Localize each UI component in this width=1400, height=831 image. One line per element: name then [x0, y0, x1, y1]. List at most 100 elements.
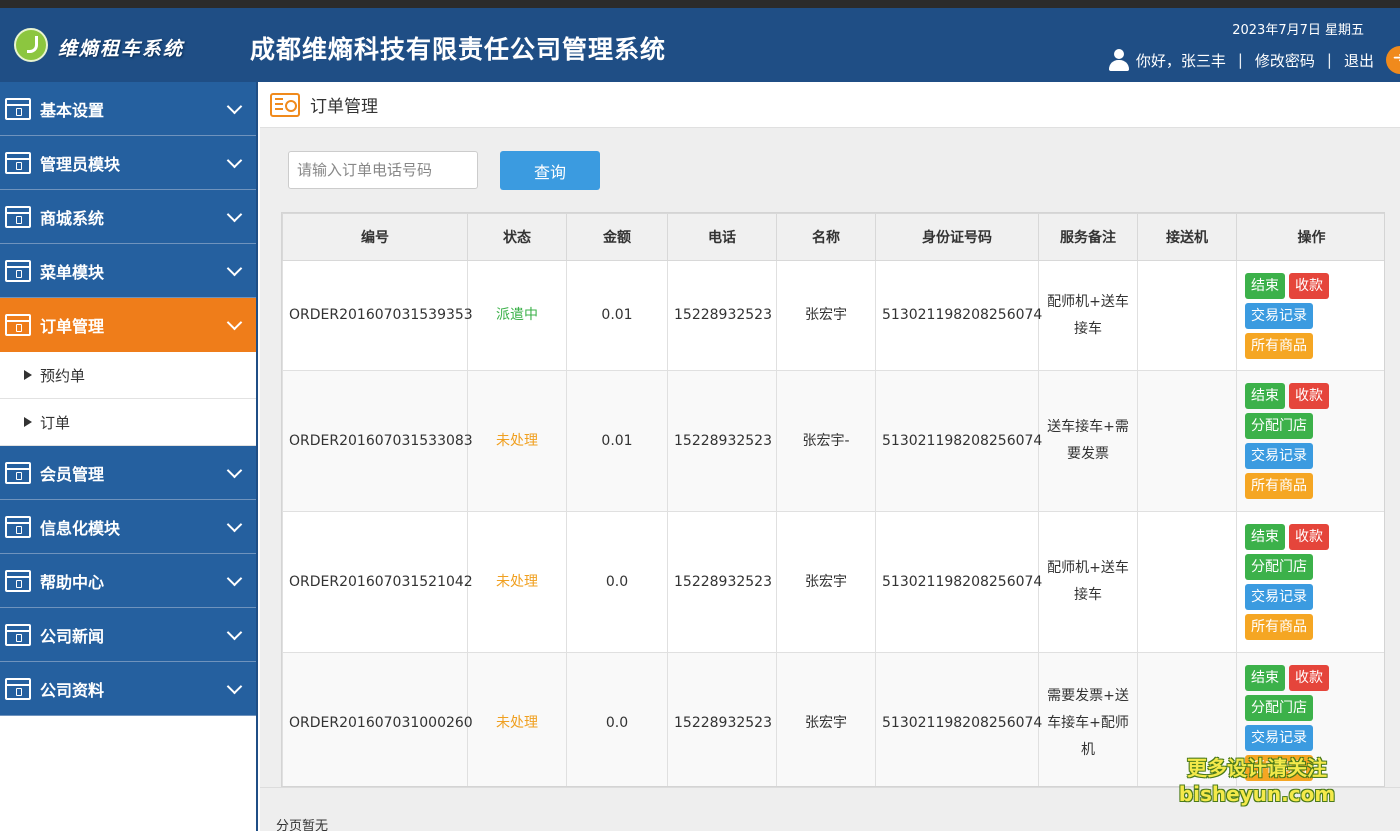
search-button[interactable]: 查询: [500, 151, 600, 190]
current-date: 2023年7月7日 星期五: [1232, 23, 1364, 38]
sidebar: 基本设置 管理员模块 商城系统 菜单模块 订单管理 预约单 订单 会员管理 信息…: [0, 82, 258, 831]
window-icon: [5, 313, 31, 336]
chevron-down-icon: [226, 206, 243, 223]
chevron-down-icon: [226, 152, 243, 169]
phone-cell: 15228932523: [667, 260, 777, 371]
service-note-cell: 送车接车+需要发票: [1038, 370, 1138, 512]
collect-button[interactable]: 收款: [1289, 383, 1329, 409]
sidebar-subitem-label: 订单: [40, 413, 71, 432]
sidebar-item-company-news[interactable]: 公司新闻: [0, 608, 256, 662]
assign-store-button[interactable]: 分配门店: [1245, 554, 1313, 580]
transactions-button[interactable]: 交易记录: [1245, 725, 1313, 751]
chevron-down-icon: [226, 516, 243, 533]
window-icon: [5, 677, 31, 700]
pickup-cell: [1137, 511, 1237, 653]
sidebar-subitem-order[interactable]: 订单: [0, 399, 256, 446]
table-row: ORDER201607031539353 派遣中 0.01 1522893252…: [282, 260, 1384, 371]
window-icon: [5, 205, 31, 228]
sidebar-item-member-management[interactable]: 会员管理: [0, 446, 256, 500]
phone-cell: 15228932523: [667, 652, 777, 786]
pickup-cell: [1137, 370, 1237, 512]
sidebar-item-basic-settings[interactable]: 基本设置: [0, 82, 256, 136]
logout-icon[interactable]: [1386, 46, 1400, 74]
system-title: 成都维熵科技有限责任公司管理系统: [250, 35, 667, 64]
transactions-button[interactable]: 交易记录: [1245, 302, 1313, 329]
column-header: 身份证号码: [875, 213, 1039, 261]
order-id-cell: ORDER201607031539353: [282, 260, 473, 371]
phone-cell: 15228932523: [667, 370, 777, 512]
sidebar-item-label: 公司新闻: [40, 626, 105, 646]
status-cell: 派遣中: [467, 260, 567, 371]
status-cell: 未处理: [467, 652, 567, 786]
watermark: 更多设计请关注 bisheyun.com: [1172, 755, 1342, 807]
orders-table-container[interactable]: 编号 状态 金额 电话 名称 身份证号码 服务备注 接送机 操作 ORDER20…: [281, 212, 1385, 787]
sidebar-subitem-reservation[interactable]: 预约单: [0, 352, 256, 399]
user-greeting: 你好，张三丰: [1135, 51, 1226, 70]
triangle-right-icon: [24, 370, 32, 380]
actions-cell: 结束 收款 交易记录 所有商品: [1236, 260, 1384, 371]
chevron-down-icon: [226, 98, 243, 115]
window-icon: [5, 623, 31, 646]
order-id-cell: ORDER201607031521042: [282, 511, 473, 653]
sidebar-item-order-management[interactable]: 订单管理: [0, 298, 256, 352]
all-goods-button[interactable]: 所有商品: [1245, 473, 1313, 499]
amount-cell: 0.01: [566, 260, 668, 371]
assign-store-button[interactable]: 分配门店: [1245, 413, 1313, 439]
sidebar-item-information-module[interactable]: 信息化模块: [0, 500, 256, 554]
table-header-row: 编号 状态 金额 电话 名称 身份证号码 服务备注 接送机 操作: [282, 213, 1384, 261]
sidebar-subitem-label: 预约单: [40, 366, 86, 385]
actions-cell: 结束 收款 分配门店 交易记录 所有商品: [1236, 511, 1384, 653]
phone-search-input[interactable]: [288, 151, 478, 189]
column-header: 服务备注: [1038, 213, 1138, 261]
sidebar-item-mall-system[interactable]: 商城系统: [0, 190, 256, 244]
name-cell: 张宏宇: [776, 652, 876, 786]
window-icon: [5, 97, 31, 120]
transactions-button[interactable]: 交易记录: [1245, 443, 1313, 469]
sidebar-item-menu-module[interactable]: 菜单模块: [0, 244, 256, 298]
user-icon: [1108, 48, 1130, 72]
transactions-button[interactable]: 交易记录: [1245, 584, 1313, 610]
sidebar-item-label: 基本设置: [40, 100, 105, 120]
sidebar-item-help-center[interactable]: 帮助中心: [0, 554, 256, 608]
column-header: 电话: [667, 213, 777, 261]
assign-store-button[interactable]: 分配门店: [1245, 695, 1313, 721]
all-goods-button[interactable]: 所有商品: [1245, 332, 1313, 359]
sidebar-item-label: 信息化模块: [40, 518, 121, 538]
collect-button[interactable]: 收款: [1289, 665, 1329, 691]
change-password-link[interactable]: 修改密码: [1255, 50, 1315, 71]
finish-button[interactable]: 结束: [1245, 665, 1285, 691]
column-header: 状态: [467, 213, 567, 261]
window-icon: [5, 151, 31, 174]
pagination-text: 分页暂无: [276, 819, 329, 831]
idcard-cell: 513021198208256074: [875, 511, 1042, 653]
finish-button[interactable]: 结束: [1245, 272, 1285, 299]
orders-table: 编号 状态 金额 电话 名称 身份证号码 服务备注 接送机 操作 ORDER20…: [282, 213, 1384, 786]
sidebar-item-company-profile[interactable]: 公司资料: [0, 662, 256, 716]
name-cell: 张宏宇: [776, 511, 876, 653]
app-header: 维熵租车系统 成都维熵科技有限责任公司管理系统 2023年7月7日 星期五 你好…: [0, 8, 1400, 82]
column-header: 名称: [776, 213, 876, 261]
chevron-down-icon: [226, 678, 243, 695]
sidebar-item-admin-module[interactable]: 管理员模块: [0, 136, 256, 190]
sidebar-item-label: 商城系统: [40, 208, 105, 228]
finish-button[interactable]: 结束: [1245, 383, 1285, 409]
actions-cell: 结束 收款 分配门店 交易记录 所有商品: [1236, 370, 1384, 512]
idcard-cell: 513021198208256074: [875, 370, 1042, 512]
triangle-right-icon: [24, 417, 32, 427]
collect-button[interactable]: 收款: [1289, 524, 1329, 550]
sidebar-item-label: 订单管理: [40, 316, 105, 336]
all-goods-button[interactable]: 所有商品: [1245, 614, 1313, 640]
name-cell: 张宏宇: [776, 260, 876, 371]
chevron-down-icon: [226, 462, 243, 479]
finish-button[interactable]: 结束: [1245, 524, 1285, 550]
sidebar-item-label: 帮助中心: [40, 572, 105, 592]
idcard-cell: 513021198208256074: [875, 652, 1042, 786]
amount-cell: 0.01: [566, 370, 668, 512]
column-header: 金额: [566, 213, 668, 261]
collect-button[interactable]: 收款: [1289, 272, 1329, 299]
logout-link[interactable]: 退出: [1344, 50, 1374, 71]
separator: |: [1326, 51, 1332, 69]
separator: |: [1237, 51, 1243, 69]
window-icon: [5, 515, 31, 538]
status-cell: 未处理: [467, 370, 567, 512]
